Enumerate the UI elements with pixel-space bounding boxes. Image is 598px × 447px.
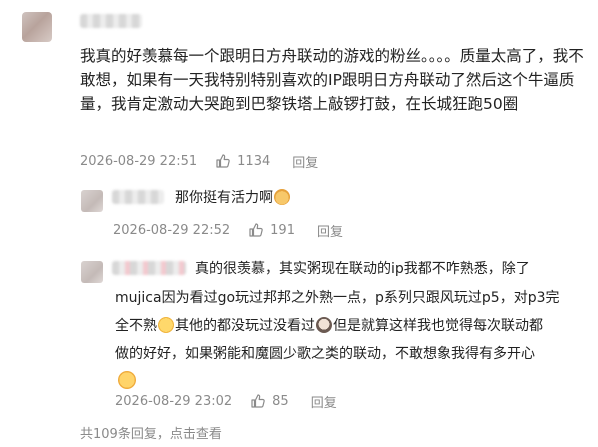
reply-avatar[interactable] <box>81 190 103 212</box>
reply-line-3b: 其他的都没玩过没看过 <box>175 318 315 334</box>
like-count: 191 <box>270 222 295 238</box>
thumbs-up-icon <box>249 223 263 237</box>
comment-meta: 2026-08-29 22:51 1134 回复 <box>80 151 318 171</box>
reply-line-1: 真的很羡慕，其实粥现在联动的ip我都不咋熟悉，除了 <box>195 261 530 277</box>
laugh-emoji-icon <box>158 317 174 333</box>
reply-button[interactable]: 回复 <box>317 221 343 240</box>
fox-emoji-icon <box>274 189 290 205</box>
comment-timestamp: 2026-08-29 22:51 <box>80 153 198 169</box>
thumbs-up-icon <box>216 154 230 168</box>
reply-timestamp: 2026-08-29 23:02 <box>115 393 233 409</box>
reply-meta: 2026-08-29 23:02 85 回复 <box>115 391 337 411</box>
reply-text-content: 那你挺有活力啊 <box>175 190 273 206</box>
reply-line-2: mujica因为看过go玩过邦邦之外熟一点，p系列只跟风玩过p5，对p3完 <box>115 290 560 306</box>
reply-avatar[interactable] <box>81 261 103 283</box>
reply-username-blurred[interactable] <box>112 190 164 204</box>
footer-separator: ， <box>156 427 170 442</box>
reply-timestamp: 2026-08-29 22:52 <box>113 222 231 238</box>
comment-text: 我真的好羡慕每一个跟明日方舟联动的游戏的粉丝。。。。质量太高了，我不敢想，如果有… <box>80 47 584 113</box>
reply-line-3: 全不熟 其他的都没玩过没看过 但是就算这样我也觉得每次联动都 <box>115 314 543 338</box>
reply-meta: 2026-08-29 22:52 191 回复 <box>113 220 343 240</box>
thumbs-up-icon <box>251 394 265 408</box>
username-blurred[interactable] <box>80 14 142 28</box>
reply-line-4: 做的好好，如果粥能和魔圆少歌之类的联动，不敢想象我得有多开心 <box>115 346 535 362</box>
avatar[interactable] <box>22 12 52 42</box>
like-button[interactable]: 191 <box>248 222 295 238</box>
replies-footer: 共109条回复 ， 点击查看 <box>80 423 222 442</box>
like-button[interactable]: 85 <box>250 393 289 409</box>
face-emoji-icon <box>316 317 332 333</box>
reply-line-3c: 但是就算这样我也觉得每次联动都 <box>333 318 543 334</box>
kiss-emoji-icon <box>118 371 136 389</box>
reply-username-blurred[interactable] <box>112 261 186 275</box>
view-replies-link[interactable]: 点击查看 <box>170 423 222 442</box>
reply-line-3a: 全不熟 <box>115 318 157 334</box>
reply-button[interactable]: 回复 <box>292 152 318 171</box>
like-count: 85 <box>272 393 289 409</box>
reply-count: 共109条回复 <box>80 427 157 442</box>
reply-text: 那你挺有活力啊 <box>175 186 291 210</box>
reply-button[interactable]: 回复 <box>311 392 337 411</box>
like-button[interactable]: 1134 <box>215 153 270 169</box>
like-count: 1134 <box>237 153 271 169</box>
